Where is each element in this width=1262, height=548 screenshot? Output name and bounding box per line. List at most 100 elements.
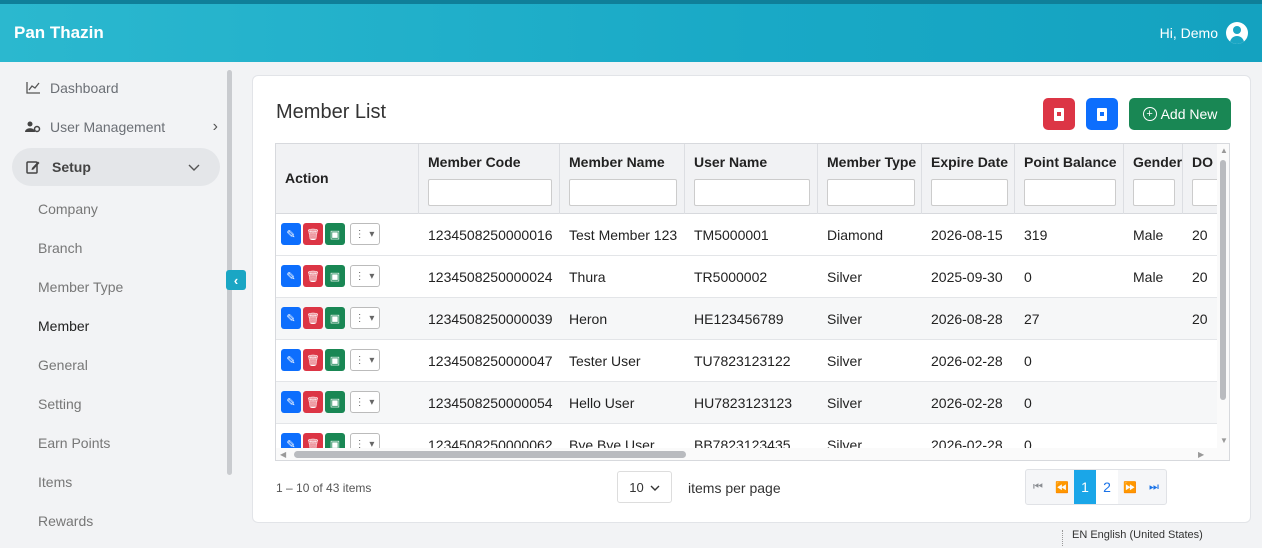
row-actions: ✎ 🗑 ▣ ⋮ ▾ (281, 223, 380, 245)
gift-icon[interactable]: ▣ (325, 265, 345, 287)
cell-gender (1124, 298, 1183, 340)
column-header-member-type[interactable]: Member Type (818, 144, 922, 214)
sidebar-item-label: Dashboard (50, 80, 119, 96)
sidebar-subitem[interactable]: Items (38, 474, 72, 490)
chart-line-icon (24, 81, 42, 95)
more-options-dropdown[interactable]: ⋮ ▾ (350, 307, 380, 329)
cell-dob: 20 (1192, 269, 1208, 285)
scrollbar-thumb[interactable] (294, 451, 686, 458)
column-header-expire-date[interactable]: Expire Date (922, 144, 1015, 214)
column-header-member-code[interactable]: Member Code (419, 144, 560, 214)
excel-file-icon (1097, 107, 1107, 121)
column-header-user-name[interactable]: User Name (685, 144, 818, 214)
column-header-member-name[interactable]: Member Name (560, 144, 685, 214)
gift-icon[interactable]: ▣ (325, 391, 345, 413)
gift-icon[interactable]: ▣ (325, 307, 345, 329)
sidebar-subitem[interactable]: Earn Points (38, 435, 110, 451)
cell-expire-date: 2026-02-28 (931, 353, 1003, 369)
add-new-button[interactable]: + Add New (1129, 98, 1231, 130)
export-excel-button[interactable] (1086, 98, 1118, 130)
delete-trash-icon[interactable]: 🗑 (303, 223, 323, 245)
user-avatar-icon[interactable] (1226, 22, 1248, 44)
edit-pencil-icon[interactable]: ✎ (281, 349, 301, 371)
user-greeting[interactable]: Hi, Demo (1160, 25, 1218, 41)
sidebar-subitem[interactable]: Rewards (38, 513, 93, 529)
sidebar-scrollbar[interactable] (226, 62, 233, 548)
delete-trash-icon[interactable]: 🗑 (303, 265, 323, 287)
cell-user-name: TM5000001 (694, 227, 769, 243)
export-pdf-button[interactable] (1043, 98, 1075, 130)
sidebar-item-setup[interactable]: Setup (12, 148, 220, 186)
pdf-file-icon (1054, 107, 1064, 121)
next-page-icon[interactable]: ⏩ (1118, 470, 1142, 504)
filter-input-member-type[interactable] (827, 179, 915, 206)
edit-pencil-icon[interactable]: ✎ (281, 391, 301, 413)
scroll-right-arrow-icon[interactable]: ▶ (1198, 450, 1204, 459)
scroll-left-arrow-icon[interactable]: ◀ (280, 450, 286, 459)
edit-pencil-icon[interactable]: ✎ (281, 265, 301, 287)
cell-member-type: Silver (827, 353, 863, 369)
filter-input-point-balance[interactable] (1024, 179, 1116, 206)
more-options-dropdown[interactable]: ⋮ ▾ (350, 265, 380, 287)
table-row[interactable]: ✎ 🗑 ▣ ⋮ ▾ 1234508250000047 Tester User T… (276, 340, 1229, 382)
cell-member-code: 1234508250000039 (428, 311, 553, 327)
app-brand[interactable]: Pan Thazin (14, 23, 104, 43)
more-options-dropdown[interactable]: ⋮ ▾ (350, 391, 380, 413)
row-actions: ✎ 🗑 ▣ ⋮ ▾ (281, 265, 380, 287)
edit-pencil-icon[interactable]: ✎ (281, 223, 301, 245)
delete-trash-icon[interactable]: 🗑 (303, 349, 323, 371)
last-page-icon[interactable]: ⏭ (1142, 470, 1166, 504)
table-row[interactable]: ✎ 🗑 ▣ ⋮ ▾ 1234508250000024 Thura TR50000… (276, 256, 1229, 298)
chevron-down-icon (650, 480, 660, 495)
sidebar-subitem[interactable]: Member Type (38, 279, 123, 295)
grid-horizontal-scrollbar[interactable]: ◀ ▶ (276, 448, 1229, 460)
cell-expire-date: 2026-02-28 (931, 395, 1003, 411)
cell-dob (1183, 382, 1211, 424)
filter-input-member-name[interactable] (569, 179, 677, 206)
column-header-point-balance[interactable]: Point Balance (1015, 144, 1124, 214)
filter-input-gender[interactable] (1133, 179, 1175, 206)
delete-trash-icon[interactable]: 🗑 (303, 391, 323, 413)
filter-input-expire-date[interactable] (931, 179, 1008, 206)
delete-trash-icon[interactable]: 🗑 (303, 307, 323, 329)
previous-page-icon[interactable]: ⏪ (1050, 470, 1074, 504)
cell-point-balance: 0 (1024, 353, 1032, 369)
page-button-current[interactable]: 1 (1074, 470, 1096, 504)
table-row[interactable]: ✎ 🗑 ▣ ⋮ ▾ 1234508250000054 Hello User HU… (276, 382, 1229, 424)
column-header-gender[interactable]: Gender (1124, 144, 1183, 214)
column-label: DO (1192, 154, 1213, 170)
scrollbar-thumb[interactable] (1220, 160, 1226, 400)
user-menu[interactable]: Hi, Demo (1160, 22, 1248, 44)
scroll-down-arrow-icon[interactable]: ▼ (1220, 436, 1228, 445)
cell-dob (1183, 340, 1211, 382)
sidebar-subitem[interactable]: Branch (38, 240, 82, 256)
sidebar-item-user-management[interactable]: User Management › (24, 118, 218, 135)
table-row[interactable]: ✎ 🗑 ▣ ⋮ ▾ 1234508250000039 Heron HE12345… (276, 298, 1229, 340)
cell-member-name: Heron (569, 311, 608, 327)
filter-input-member-code[interactable] (428, 179, 552, 206)
gift-icon[interactable]: ▣ (325, 223, 345, 245)
collapse-sidebar-button[interactable]: ‹ (226, 270, 246, 290)
more-options-dropdown[interactable]: ⋮ ▾ (350, 349, 380, 371)
cell-member-name: Hello User (569, 395, 635, 411)
chevron-down-icon (188, 159, 200, 175)
first-page-icon[interactable]: ⏮ (1026, 470, 1050, 504)
sidebar-subitem[interactable]: Setting (38, 396, 82, 412)
grid-vertical-scrollbar[interactable]: ▲ ▼ (1217, 144, 1229, 460)
scroll-up-arrow-icon[interactable]: ▲ (1220, 146, 1228, 155)
pager-info: 1 – 10 of 43 items (276, 481, 372, 495)
page-size-select[interactable]: 10 (617, 471, 672, 503)
filter-input-user-name[interactable] (694, 179, 810, 206)
sidebar-subitem-active[interactable]: Member (38, 318, 89, 334)
cell-member-name: Thura (569, 269, 606, 285)
sidebar-subitem[interactable]: Company (38, 201, 98, 217)
language-indicator[interactable]: EN English (United States) (1072, 529, 1203, 541)
sidebar-subitem[interactable]: General (38, 357, 88, 373)
gift-icon[interactable]: ▣ (325, 349, 345, 371)
more-options-dropdown[interactable]: ⋮ ▾ (350, 223, 380, 245)
table-row[interactable]: ✎ 🗑 ▣ ⋮ ▾ 1234508250000016 Test Member 1… (276, 214, 1229, 256)
pagination: ⏮ ⏪ 1 2 ⏩ ⏭ (1025, 469, 1167, 505)
sidebar-item-dashboard[interactable]: Dashboard (24, 80, 119, 96)
edit-pencil-icon[interactable]: ✎ (281, 307, 301, 329)
page-button[interactable]: 2 (1096, 470, 1118, 504)
